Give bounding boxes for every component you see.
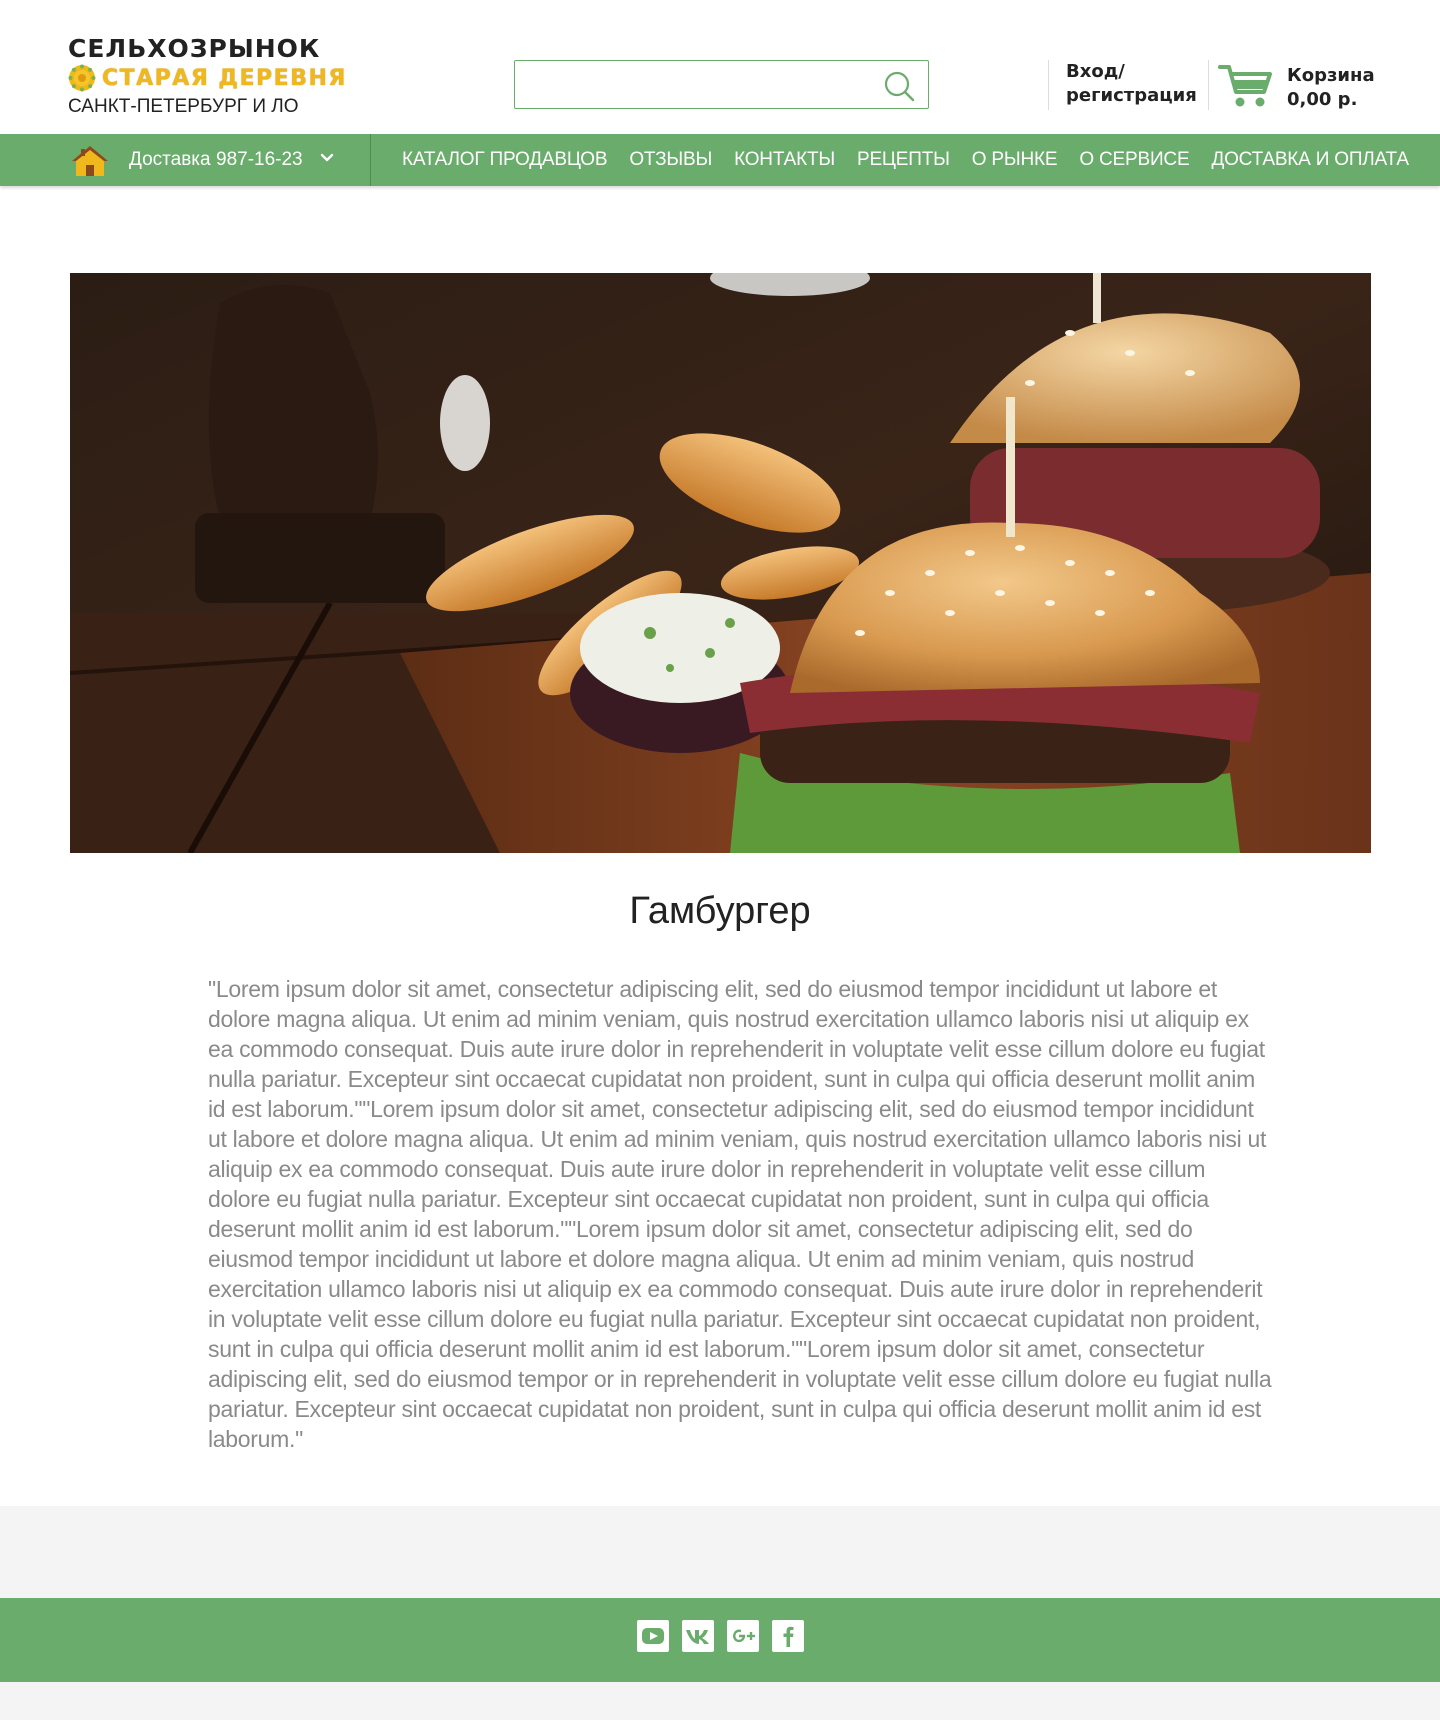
- nav-item-delivery-payment[interactable]: ДОСТАВКА И ОПЛАТА: [1211, 149, 1409, 171]
- google-plus-icon[interactable]: [726, 1620, 759, 1652]
- recipe-title: Гамбургер: [629, 890, 811, 932]
- nav-links: КАТАЛОГ ПРОДАВЦОВ ОТЗЫВЫ КОНТАКТЫ РЕЦЕПТ…: [402, 134, 1409, 186]
- vk-icon[interactable]: [681, 1620, 714, 1652]
- site-header: СЕЛЬХОЗРЫНОК СТАРАЯ ДЕРЕВНЯ САНКТ-ПЕТЕРБ…: [0, 0, 1440, 134]
- cart-icon[interactable]: [1218, 62, 1274, 112]
- nav-divider: [370, 134, 371, 186]
- burger-photo: [70, 273, 1371, 853]
- site-footer: [0, 1598, 1440, 1682]
- footer-bottom: [0, 1682, 1440, 1720]
- footer-spacer: [0, 1506, 1440, 1598]
- recipe-hero-image: [70, 273, 1371, 853]
- delivery-label: Доставка: [129, 149, 211, 170]
- delivery-phone[interactable]: 987-16-23: [216, 149, 303, 171]
- nav-item-contacts[interactable]: КОНТАКТЫ: [734, 149, 835, 171]
- site-logo[interactable]: СЕЛЬХОЗРЫНОК СТАРАЯ ДЕРЕВНЯ САНКТ-ПЕТЕРБ…: [68, 34, 368, 118]
- header-divider: [1048, 60, 1049, 110]
- search-box: [514, 60, 929, 109]
- search-input[interactable]: [523, 67, 863, 103]
- nav-item-sellers-catalog[interactable]: КАТАЛОГ ПРОДАВЦОВ: [402, 149, 608, 171]
- login-label: Вход/: [1066, 61, 1125, 82]
- cart-total: 0,00 р.: [1287, 89, 1358, 110]
- chevron-down-icon[interactable]: [319, 150, 335, 166]
- header-divider: [1208, 60, 1209, 110]
- social-links: [0, 1620, 1440, 1652]
- nav-item-reviews[interactable]: ОТЗЫВЫ: [629, 149, 712, 171]
- login-link[interactable]: Вход/ регистрация: [1066, 60, 1197, 108]
- cart-label: Корзина: [1287, 65, 1375, 86]
- sun-icon: [68, 64, 96, 92]
- nav-item-about-market[interactable]: О РЫНКЕ: [972, 149, 1058, 171]
- nav-item-recipes[interactable]: РЕЦЕПТЫ: [857, 149, 950, 171]
- logo-title: СЕЛЬХОЗРЫНОК: [68, 34, 321, 63]
- facebook-icon[interactable]: [771, 1620, 804, 1652]
- nav-item-about-service[interactable]: О СЕРВИСЕ: [1079, 149, 1189, 171]
- logo-region: САНКТ-ПЕТЕРБУРГ И ЛО: [68, 96, 299, 117]
- youtube-icon[interactable]: [636, 1620, 669, 1652]
- register-label: регистрация: [1066, 85, 1197, 106]
- cart-summary[interactable]: Корзина 0,00 р.: [1287, 64, 1375, 112]
- logo-subtitle: СТАРАЯ ДЕРЕВНЯ: [102, 65, 347, 91]
- recipe-description: "Lorem ipsum dolor sit amet, consectetur…: [208, 976, 1272, 1452]
- main-navbar: Доставка 987-16-23 КАТАЛОГ ПРОДАВЦОВ ОТЗ…: [0, 134, 1440, 186]
- search-icon[interactable]: [882, 69, 916, 103]
- house-icon[interactable]: [70, 144, 110, 178]
